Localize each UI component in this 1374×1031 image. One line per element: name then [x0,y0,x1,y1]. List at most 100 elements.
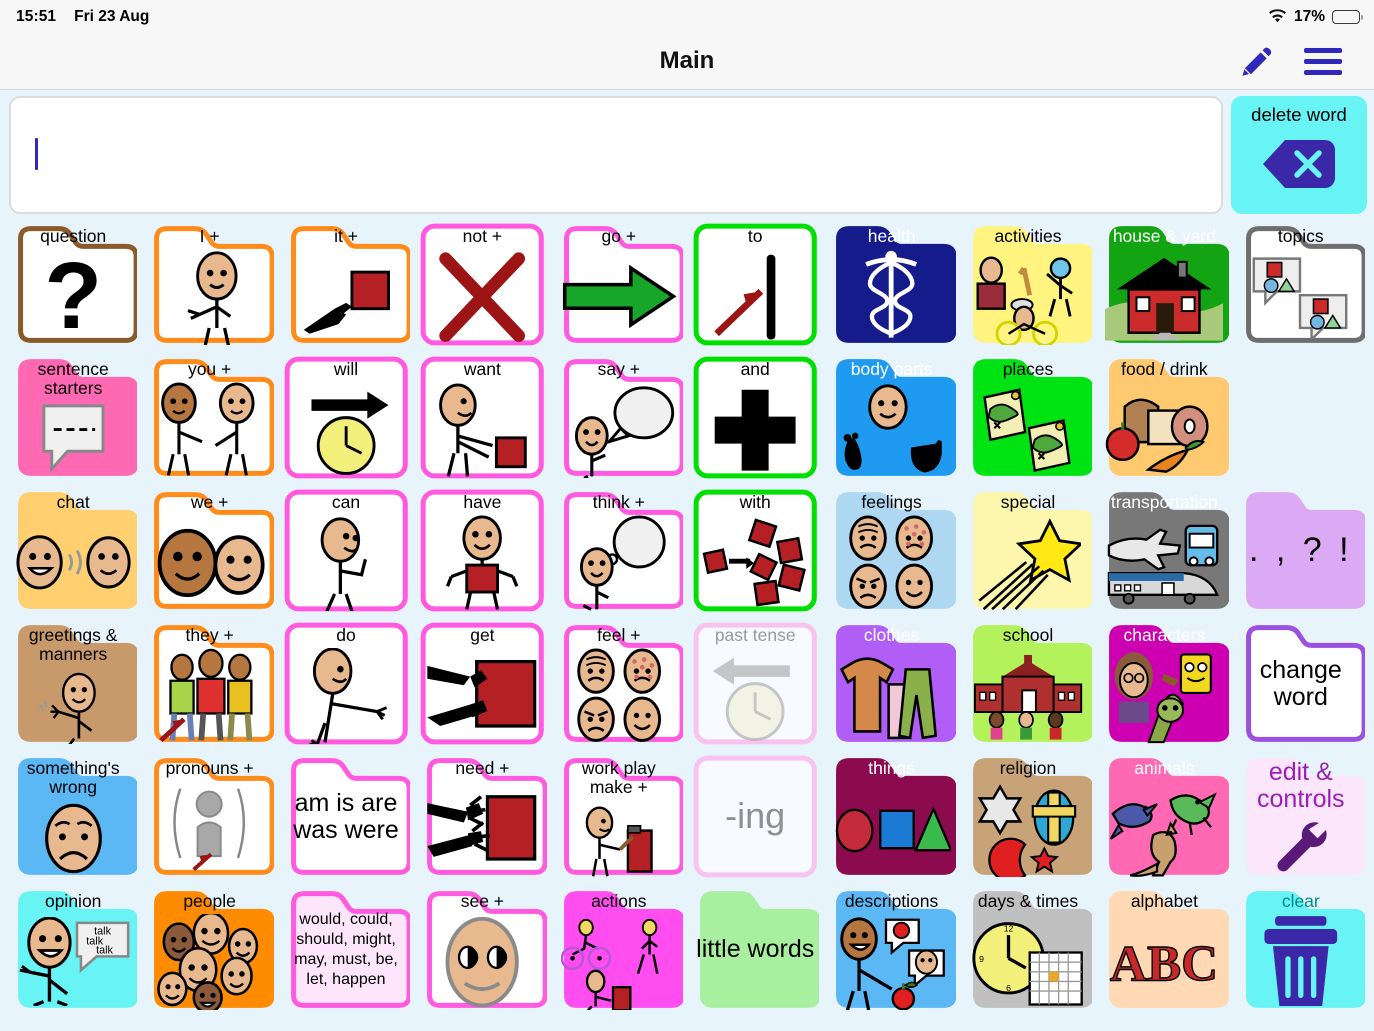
religion-symbols-icon [964,778,1092,880]
arrow-left-clock-icon [691,645,819,747]
grid-cell-need[interactable]: need + [414,750,550,883]
delete-word-button[interactable]: delete word [1231,96,1367,214]
cell-label: animals [1134,758,1195,778]
cell-label: see + [460,891,505,911]
grid-cell-think[interactable]: think + [551,484,687,617]
grid-cell-things[interactable]: things [823,750,959,883]
three-people-icon [145,645,273,747]
cell-label: am is are was were [293,789,399,844]
grid-cell-will[interactable]: will [278,351,414,484]
cell-label: health [867,226,916,246]
grid-cell-go[interactable]: go + [551,218,687,351]
grid-cell-get[interactable]: get [414,617,550,750]
grid-cell-edit-controls[interactable]: edit & controls [1233,750,1369,883]
grid-cell-transportation[interactable]: transportation [1096,484,1232,617]
grid-cell-activities[interactable]: activities [960,218,1096,351]
person-gesturing-icon [282,645,410,747]
grid-cell-say[interactable]: say + [551,351,687,484]
grid-cell-actions[interactable]: actions [551,883,687,1016]
grid-cell-question[interactable]: question? [5,218,141,351]
speech-bubble-dashes-icon [9,397,137,481]
grid-cell-clothes[interactable]: clothes [823,617,959,750]
grid-cell-want[interactable]: want [414,351,550,484]
svg-text:talk: talk [96,945,113,957]
cell-label: activities [994,226,1062,246]
grid-cell-alphabet[interactable]: alphabet ABC [1096,883,1232,1016]
cell-label: can [331,492,361,512]
caduceus-icon [827,246,955,348]
grid-cell-body-parts[interactable]: body parts [823,351,959,484]
grid-cell-health[interactable]: health [823,218,959,351]
grid-cell-days-times[interactable]: days & times12369 [960,883,1096,1016]
grid-cell-characters[interactable]: characters [1096,617,1232,750]
food-icon [1100,379,1228,481]
cell-label: places [1002,359,1054,379]
grid-cell-religion[interactable]: religion [960,750,1096,883]
grid-cell-can[interactable]: can [278,484,414,617]
grid-cell-it[interactable]: it + [278,218,414,351]
cell-label: actions [591,891,647,911]
clothes-icon [827,645,955,747]
red-x-icon [418,246,546,348]
grid-cell-pronouns[interactable]: pronouns + [141,750,277,883]
person-speech-bubble-icon [555,379,683,481]
cell-label: religion [999,758,1057,778]
grid-cell-feel[interactable]: feel + [551,617,687,750]
grid-cell-feelings[interactable]: feelings [823,484,959,617]
grid-cell-descriptions[interactable]: descriptions [823,883,959,1016]
grid-cell-change-word[interactable]: change word [1233,617,1369,750]
grid-cell-you[interactable]: you + [141,351,277,484]
cell-label: will [333,359,359,379]
cell-label: school [1002,625,1054,645]
grid-cell-special[interactable]: special [960,484,1096,617]
grid-cell-idx-29[interactable]: . , ? ! [1233,484,1369,617]
cell-label: chat [56,492,90,512]
grid-cell-with[interactable]: with [687,484,823,617]
cell-label: say + [597,359,640,379]
page-title: Main [659,47,715,74]
status-date: Fri 23 Aug [74,7,150,25]
grid-cell-to[interactable]: to [687,218,823,351]
grid-cell-not[interactable]: not + [414,218,550,351]
generic-person-icon [145,778,273,880]
grid-cell-house-yard[interactable]: house & yard [1096,218,1232,351]
message-input[interactable] [9,96,1223,214]
grid-cell-something-s-wrong[interactable]: something's wrong [5,750,141,883]
grid-cell-animals[interactable]: animals [1096,750,1232,883]
vehicles-icon [1100,512,1228,614]
svg-text:9: 9 [979,954,984,964]
grid-cell-sentence-starters[interactable]: sentence starters [5,351,141,484]
arrow-to-line-icon [691,246,819,348]
grid-cell-people[interactable]: people [141,883,277,1016]
grid-cell-chat[interactable]: chat [5,484,141,617]
grid-cell-have[interactable]: have [414,484,550,617]
grid-cell-places[interactable]: places [960,351,1096,484]
cell-label: house & yard [1112,226,1216,246]
grid-cell-see[interactable]: see + [414,883,550,1016]
grid-cell-they[interactable]: they + [141,617,277,750]
house-icon [1100,246,1228,348]
person-pointing-self-icon [145,246,273,348]
cell-label: greetings & manners [28,625,118,664]
grid-cell-topics[interactable]: topics [1233,218,1369,351]
cell-label: have [463,492,502,512]
grid-cell-greetings-manners[interactable]: greetings & manners [5,617,141,750]
grid-cell-am-is-are-was-were[interactable]: am is are was were [278,750,414,883]
grid-cell-i[interactable]: I + [141,218,277,351]
cell-label: past tense [714,625,796,645]
two-faces-talking-icon [9,512,137,614]
pencil-icon[interactable] [1240,44,1274,78]
grid-cell-we[interactable]: we + [141,484,277,617]
grid-cell-little-words[interactable]: little words [687,883,823,1016]
grid-cell-clear[interactable]: clear [1233,883,1369,1016]
cell-label: with [739,492,771,512]
grid-cell-opinion[interactable]: opinion talk talk talk [5,883,141,1016]
grid-cell-school[interactable]: school [960,617,1096,750]
grid-cell-and[interactable]: and [687,351,823,484]
grid-cell-work-play-make[interactable]: work play make + [551,750,687,883]
grid-cell-would-could-should-might-may-must-[interactable]: would, could, should, might, may, must, … [278,883,414,1016]
hamburger-menu-icon[interactable] [1304,47,1342,75]
grid-cell-do[interactable]: do [278,617,414,750]
cell-label: I + [199,226,220,246]
grid-cell-food-drink[interactable]: food / drink [1096,351,1232,484]
